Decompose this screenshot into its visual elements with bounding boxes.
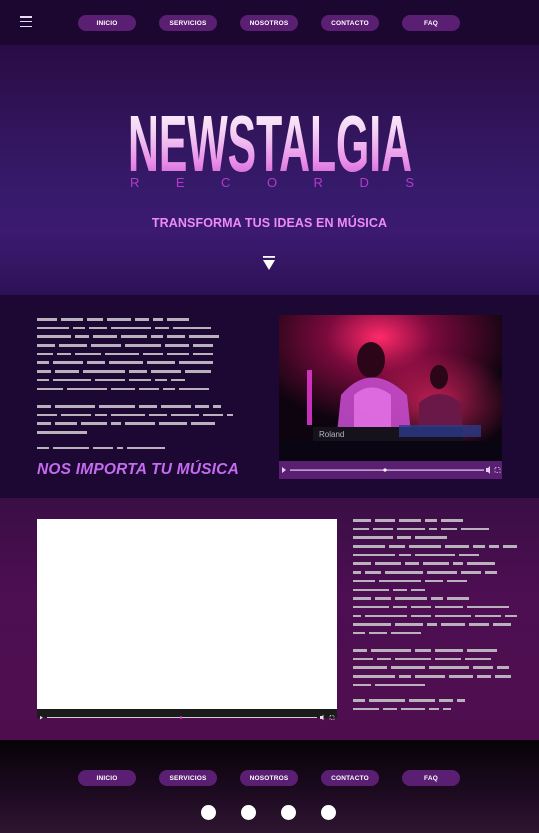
- keyboard-brand-text: Roland: [319, 430, 344, 439]
- services-paragraph-1: [353, 519, 517, 641]
- about-paragraph-1: [37, 318, 219, 396]
- progress-track: [290, 469, 484, 471]
- top-nav-buttons: INICIO SERVICIOS NOSOTROS CONTACTO FAQ: [78, 15, 460, 31]
- video-1-controls[interactable]: [279, 461, 502, 479]
- progress-thumb: [179, 716, 183, 719]
- social-icon-3[interactable]: [281, 805, 296, 820]
- play-icon: [282, 467, 286, 473]
- hamburger-menu-icon[interactable]: [20, 16, 32, 27]
- volume-icon: [320, 714, 324, 721]
- footer: INICIO SERVICIOS NOSOTROS CONTACTO FAQ: [0, 740, 539, 833]
- nav-faq-button[interactable]: FAQ: [402, 15, 460, 31]
- nav-inicio-button[interactable]: INICIO: [78, 15, 136, 31]
- footer-contacto-button[interactable]: CONTACTO: [321, 770, 379, 786]
- nav-nosotros-button[interactable]: NOSOTROS: [240, 15, 298, 31]
- top-navbar: INICIO SERVICIOS NOSOTROS CONTACTO FAQ: [0, 0, 539, 45]
- page: INICIO SERVICIOS NOSOTROS CONTACTO FAQ N…: [0, 0, 539, 833]
- fullscreen-icon: [329, 715, 335, 720]
- footer-nosotros-button[interactable]: NOSOTROS: [240, 770, 298, 786]
- services-section: [0, 498, 539, 740]
- footer-servicios-button[interactable]: SERVICIOS: [159, 770, 217, 786]
- social-icons: [201, 805, 336, 820]
- concert-video-frame: Roland: [279, 315, 502, 461]
- services-paragraph-2: [353, 649, 511, 717]
- scroll-down-arrow-icon[interactable]: [262, 255, 276, 271]
- social-icon-2[interactable]: [241, 805, 256, 820]
- play-icon: [40, 716, 43, 720]
- nav-contacto-button[interactable]: CONTACTO: [321, 15, 379, 31]
- social-icon-1[interactable]: [201, 805, 216, 820]
- about-section: NOS IMPORTA TU MÚSICA Roland: [0, 295, 539, 498]
- nav-servicios-button[interactable]: SERVICIOS: [159, 15, 217, 31]
- video-2-controls[interactable]: [37, 709, 337, 721]
- hero-section: NEWSTALGIA R E C O R D S TRANSFORMA TUS …: [0, 45, 539, 295]
- fullscreen-icon: [494, 467, 501, 473]
- section-slogan: NOS IMPORTA TU MÚSICA: [37, 461, 239, 478]
- volume-icon: [486, 466, 490, 474]
- social-icon-4[interactable]: [321, 805, 336, 820]
- video-player-2[interactable]: [37, 519, 337, 721]
- video-player-1[interactable]: Roland: [279, 315, 502, 479]
- footer-inicio-button[interactable]: INICIO: [78, 770, 136, 786]
- footer-faq-button[interactable]: FAQ: [402, 770, 460, 786]
- progress-thumb: [383, 468, 387, 472]
- about-paragraph-2: [37, 405, 233, 455]
- footer-nav-buttons: INICIO SERVICIOS NOSOTROS CONTACTO FAQ: [78, 770, 460, 786]
- hero-tagline: TRANSFORMA TUS IDEAS EN MÚSICA: [151, 216, 388, 230]
- newstalgia-logo: NEWSTALGIA R E C O R D S: [128, 99, 414, 190]
